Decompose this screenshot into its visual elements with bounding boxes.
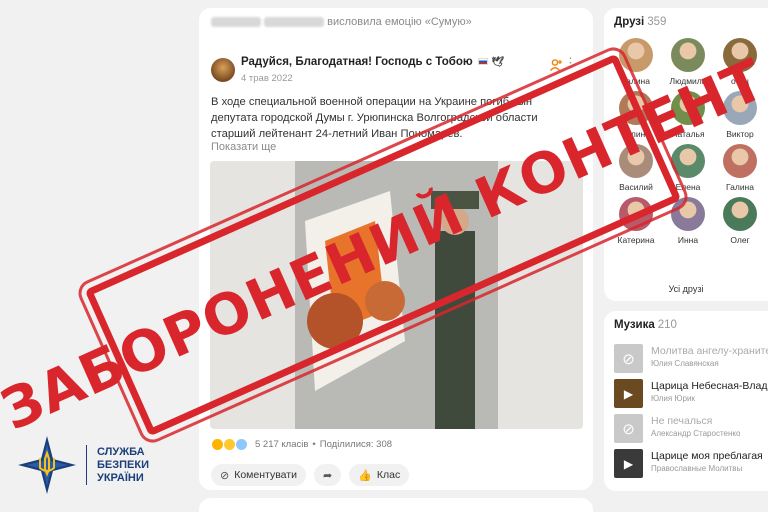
friend-name[interactable]: Олег <box>730 235 749 246</box>
track-title: Царице моя преблагая <box>651 450 763 462</box>
friend-name[interactable]: Галина <box>726 182 754 193</box>
friend-name[interactable]: Инна <box>678 235 698 246</box>
share-button[interactable]: ➦ <box>313 464 342 486</box>
track-item[interactable]: ▶ Царица Небесная-Владычица Юлия Юрик <box>614 379 768 414</box>
friends-count: 359 <box>647 16 667 28</box>
friend-avatar[interactable] <box>723 197 757 231</box>
music-count: 210 <box>657 319 677 331</box>
show-more-link[interactable]: Показати ще <box>211 141 276 153</box>
share-arrow-icon: ➦ <box>322 469 333 482</box>
track-title: Царица Небесная-Владычица <box>651 380 768 392</box>
next-feed-post <box>199 498 593 512</box>
reactions-summary[interactable]: 5 217 класів • Поділилися: 308 <box>211 438 392 451</box>
like-button[interactable]: 👍 Клас <box>349 464 410 486</box>
post-activity: висловила емоцію «Сумую» <box>327 16 472 28</box>
track-item[interactable]: ▶ Царице моя преблагая Православные Молитв… <box>614 449 768 484</box>
comment-label: Коментувати <box>234 469 297 481</box>
track-artist: Александр Старостенко <box>651 429 741 438</box>
friend-name[interactable]: Катерина <box>618 235 655 246</box>
friend-item[interactable]: Галина <box>714 144 766 193</box>
sbu-logo: СЛУЖБА БЕЗПЕКИ УКРАЇНИ <box>18 436 149 494</box>
all-friends-link[interactable]: Усі друзі <box>604 284 768 294</box>
track-item[interactable]: ⊘ Молитва ангелу-хранителю Юлия Славянская <box>614 344 768 379</box>
post-actions: ⊘ Коментувати ➦ 👍 Клас <box>211 464 410 486</box>
track-title: Не печалься <box>651 415 713 427</box>
more-options-icon[interactable]: ⋮ <box>564 56 577 70</box>
unavailable-icon[interactable]: ⊘ <box>614 414 643 443</box>
friend-avatar[interactable] <box>723 144 757 178</box>
blurred-name <box>211 17 261 28</box>
post-author[interactable]: Радуйся, Благодатная! Господь с Тобою 🕊 <box>241 56 504 68</box>
music-title[interactable]: Музика 210 <box>614 319 677 331</box>
post-author-name: Радуйся, Благодатная! Господь с Тобою <box>241 56 473 68</box>
track-info: Не печалься Александр Старостенко <box>651 414 740 439</box>
unavailable-icon[interactable]: ⊘ <box>614 344 643 373</box>
sbu-emblem-icon <box>18 436 76 494</box>
author-avatar[interactable] <box>211 58 235 82</box>
sbu-wordmark: СЛУЖБА БЕЗПЕКИ УКРАЇНИ <box>97 446 149 485</box>
cry-reaction-icon <box>235 438 248 451</box>
friends-title-label: Друзі <box>614 16 645 28</box>
play-icon[interactable]: ▶ <box>614 379 643 408</box>
sbu-line-2: БЕЗПЕКИ <box>97 458 149 471</box>
thumbs-up-icon: 👍 <box>358 469 372 482</box>
friend-name[interactable]: Елена <box>676 182 701 193</box>
track-info: Молитва ангелу-хранителю Юлия Славянская <box>651 344 768 369</box>
post-activity-line: висловила емоцію «Сумую» <box>211 16 472 28</box>
sbu-line-1: СЛУЖБА <box>97 445 145 458</box>
sbu-divider <box>86 445 87 485</box>
track-artist: Православные Молитвы <box>651 464 743 473</box>
add-friend-icon[interactable] <box>549 58 563 72</box>
music-panel: Музика210 ⊘ Молитва ангелу-хранителю Юлия … <box>604 311 768 491</box>
dot-separator: • <box>312 439 316 450</box>
comment-button[interactable]: ⊘ Коментувати <box>211 464 306 486</box>
like-label: Клас <box>376 469 401 481</box>
shares-count: Поділилися: 308 <box>319 439 393 450</box>
track-artist: Юлия Юрик <box>651 394 695 403</box>
reactions-count: 5 217 класів <box>255 439 309 450</box>
track-list: ⊘ Молитва ангелу-хранителю Юлия Славянская… <box>614 344 768 484</box>
track-artist: Юлия Славянская <box>651 359 719 368</box>
post-date: 4 трав 2022 <box>241 73 293 84</box>
friend-item[interactable]: Олег <box>714 197 766 246</box>
friend-name[interactable]: Виктор <box>726 129 753 140</box>
friend-avatar[interactable] <box>671 197 705 231</box>
comment-off-icon: ⊘ <box>220 469 230 482</box>
music-title-label: Музика <box>614 319 655 331</box>
sbu-line-3: УКРАЇНИ <box>97 471 144 484</box>
friend-avatar[interactable] <box>619 38 653 72</box>
track-info: Царица Небесная-Владычица Юлия Юрик <box>651 379 768 404</box>
russian-flag-icon <box>477 58 488 66</box>
dove-icon: 🕊 <box>491 57 504 68</box>
friends-title[interactable]: Друзі 359 <box>614 16 666 28</box>
blurred-surname <box>264 17 325 28</box>
track-title: Молитва ангелу-хранителю <box>651 345 768 357</box>
track-info: Царице моя преблагая Православные Молитвы <box>651 449 763 474</box>
track-item[interactable]: ⊘ Не печалься Александр Старостенко <box>614 414 768 449</box>
play-icon[interactable]: ▶ <box>614 449 643 478</box>
